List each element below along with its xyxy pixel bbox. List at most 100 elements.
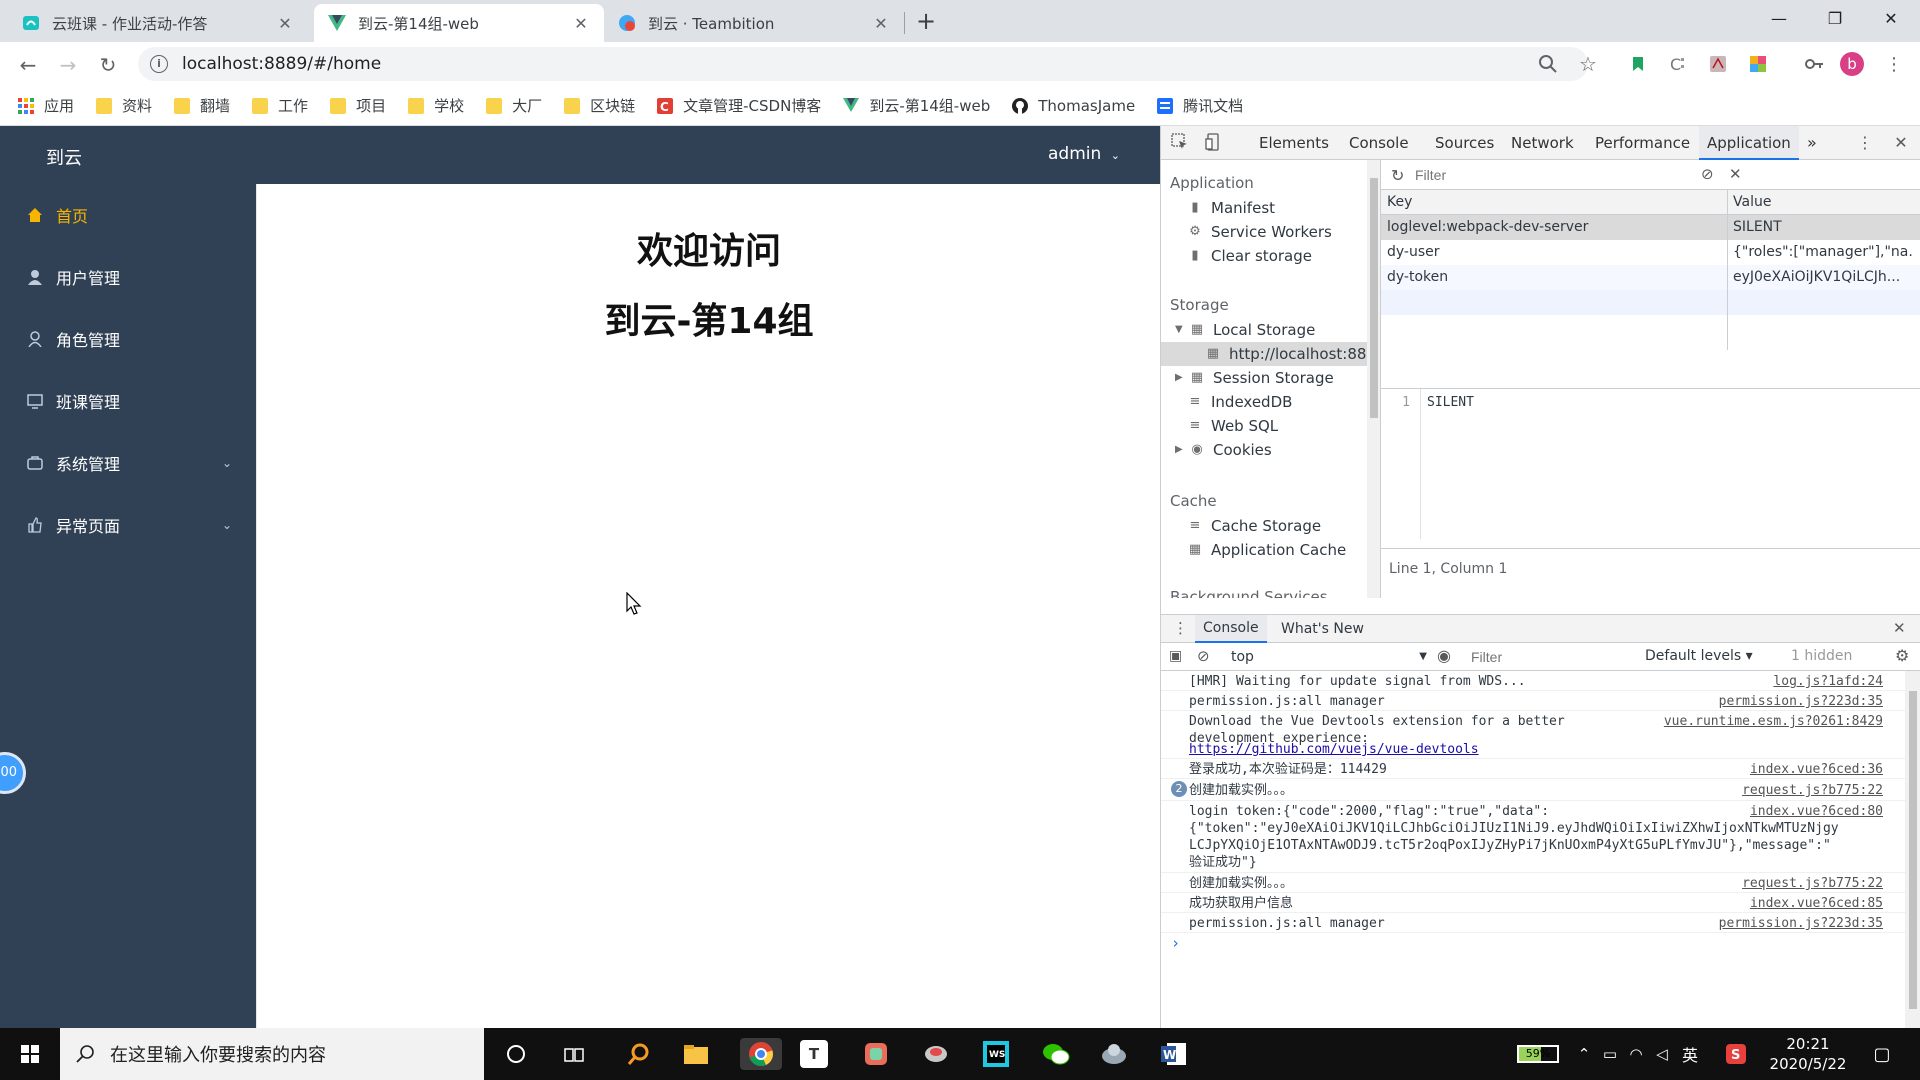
source-link[interactable]: permission.js?223d:35 <box>1719 693 1883 710</box>
ime-indicator[interactable]: 英 <box>1674 1038 1706 1070</box>
table-row[interactable]: loglevel:webpack-dev-server SILENT <box>1381 215 1920 240</box>
close-icon[interactable]: ✕ <box>276 14 294 33</box>
color-app-icon[interactable] <box>860 1038 892 1070</box>
storage-filter-input[interactable] <box>1415 164 1685 186</box>
console-message[interactable]: login token:{"code":2000,"flag":"true","… <box>1161 801 1905 873</box>
file-explorer-icon[interactable] <box>680 1038 712 1070</box>
tree-item-cookies[interactable]: ▶ ◉ Cookies <box>1175 438 1272 462</box>
refresh-icon[interactable]: ↻ <box>1391 166 1404 185</box>
device-toggle-icon[interactable] <box>1205 133 1225 153</box>
close-window-button[interactable]: ✕ <box>1868 4 1914 34</box>
console-message[interactable]: 创建加载实例。。。 request.js?b775:22 <box>1161 873 1905 893</box>
source-link[interactable]: permission.js?223d:35 <box>1719 915 1883 932</box>
source-link[interactable]: log.js?1afd:24 <box>1773 673 1883 690</box>
source-link[interactable]: request.js?b775:22 <box>1742 782 1883 799</box>
delete-selected-icon[interactable]: ✕ <box>1729 165 1742 183</box>
bookmark-folder[interactable]: 区块链 <box>564 95 635 116</box>
tab-application[interactable]: Application <box>1699 126 1799 160</box>
bookmark-tencent-docs[interactable]: 腾讯文档 <box>1157 95 1243 116</box>
user-dropdown[interactable]: admin ⌄ <box>1048 144 1120 164</box>
tree-item-local-storage[interactable]: ▼ ▦ Local Storage <box>1175 318 1315 342</box>
more-tabs-button[interactable]: » <box>1807 126 1817 160</box>
menu-dots-icon[interactable]: ⋮ <box>1855 133 1875 153</box>
inspect-icon[interactable] <box>1171 133 1191 153</box>
info-icon[interactable]: i <box>150 55 168 73</box>
bookmark-daoyun[interactable]: 到云-第14组-web <box>843 95 990 116</box>
extension-green-icon[interactable] <box>1626 52 1650 76</box>
bookmark-folder[interactable]: 资料 <box>96 95 152 116</box>
tab-performance[interactable]: Performance <box>1595 126 1690 160</box>
tree-item-session-storage[interactable]: ▶ ▦ Session Storage <box>1175 366 1334 390</box>
address-bar[interactable]: i localhost:8889/#/home <box>138 47 1588 81</box>
typora-icon[interactable]: T <box>800 1040 828 1068</box>
column-divider[interactable] <box>1727 190 1728 350</box>
close-icon[interactable]: ✕ <box>572 14 590 33</box>
tree-item-localhost-origin[interactable]: ▦ http://localhost:8889 <box>1205 342 1380 366</box>
table-row[interactable]: dy-user {"roles":["manager"],"na... <box>1381 240 1920 265</box>
gear-icon[interactable]: ⚙ <box>1895 646 1909 665</box>
zoom-icon[interactable] <box>1536 52 1560 76</box>
scrollbar-thumb[interactable] <box>1909 691 1917 1009</box>
console-message[interactable]: 成功获取用户信息 index.vue?6ced:85 <box>1161 893 1905 913</box>
clear-console-icon[interactable]: ⊘ <box>1197 647 1210 665</box>
sogou-icon[interactable]: S <box>1720 1038 1752 1070</box>
tree-item-clear-storage[interactable]: ▮ Clear storage <box>1187 244 1312 268</box>
bookmark-folder[interactable]: 大厂 <box>486 95 542 116</box>
word-icon[interactable]: W <box>1158 1038 1190 1070</box>
table-row[interactable]: dy-token eyJ0eXAiOiJKV1QiLCJh... <box>1381 265 1920 290</box>
context-selector[interactable]: top ▼ <box>1225 646 1435 668</box>
battery-indicator[interactable]: 59% <box>1508 1038 1568 1070</box>
floating-timer-badge[interactable]: :00 <box>0 752 26 794</box>
reload-button[interactable]: ↻ <box>94 51 122 79</box>
scrollbar-thumb[interactable] <box>1370 178 1378 418</box>
sidebar-item-roles[interactable]: 角色管理 <box>0 308 256 370</box>
key-icon[interactable] <box>1802 52 1826 76</box>
tree-item-cache-storage[interactable]: ≡ Cache Storage <box>1187 514 1322 538</box>
source-link[interactable]: index.vue?6ced:36 <box>1750 761 1883 778</box>
wechat-icon[interactable] <box>1040 1038 1072 1070</box>
console-message[interactable]: permission.js:all manager permission.js?… <box>1161 691 1905 711</box>
tab-network[interactable]: Network <box>1511 126 1574 160</box>
forward-button[interactable]: → <box>54 51 82 79</box>
sidebar-item-system[interactable]: 系统管理 ⌄ <box>0 432 256 494</box>
sidebar-item-users[interactable]: 用户管理 <box>0 246 256 308</box>
console-message[interactable]: [HMR] Waiting for update signal from WDS… <box>1161 671 1905 691</box>
log-levels-dropdown[interactable]: Default levels ▾ <box>1645 648 1753 664</box>
sidebar-item-classes[interactable]: 班课管理 <box>0 370 256 432</box>
bookmark-folder[interactable]: 学校 <box>408 95 464 116</box>
close-icon[interactable]: ✕ <box>1893 619 1906 637</box>
console-prompt[interactable]: › <box>1161 933 1905 957</box>
tree-item-manifest[interactable]: ▮ Manifest <box>1187 196 1275 220</box>
parrot-app-icon[interactable] <box>920 1038 952 1070</box>
back-button[interactable]: ← <box>14 51 42 79</box>
tab-elements[interactable]: Elements <box>1259 126 1329 160</box>
source-link[interactable]: vue.runtime.esm.js?0261:8429 <box>1664 713 1883 730</box>
scrollbar[interactable] <box>1905 671 1920 1029</box>
menu-dots-icon[interactable]: ⋮ <box>1882 52 1906 76</box>
app-logo[interactable]: 到云 <box>46 144 82 170</box>
eye-icon[interactable]: ◉ <box>1437 646 1451 665</box>
profile-avatar[interactable]: b <box>1840 52 1864 76</box>
close-icon[interactable]: ✕ <box>872 14 890 33</box>
tree-item-websql[interactable]: ≡ Web SQL <box>1187 414 1279 438</box>
windows-start-icon[interactable] <box>14 1038 46 1070</box>
bookmark-github[interactable]: ThomasJame <box>1012 97 1135 115</box>
devtools-link[interactable]: https://github.com/vuejs/vue-devtools <box>1189 741 1479 758</box>
magnifier-app-icon[interactable] <box>622 1038 654 1070</box>
extension-colorful-icon[interactable] <box>1746 52 1770 76</box>
tree-item-indexeddb[interactable]: ≡ IndexedDB <box>1187 390 1293 414</box>
tab-yunbanke[interactable]: 云班课 - 作业活动-作答 ✕ <box>8 4 308 42</box>
taskbar-search[interactable]: 在这里输入你要搜索的内容 <box>60 1028 484 1080</box>
system-clock[interactable]: 20:21 2020/5/22 <box>1768 1034 1848 1074</box>
clear-all-icon[interactable]: ⊘ <box>1701 165 1714 183</box>
task-view-icon[interactable] <box>558 1038 590 1070</box>
restore-button[interactable]: ❐ <box>1812 4 1858 34</box>
source-link[interactable]: index.vue?6ced:80 <box>1750 803 1883 820</box>
notification-icon[interactable]: ▢ <box>1866 1038 1898 1070</box>
console-filter-input[interactable] <box>1471 647 1631 667</box>
menu-dots-icon[interactable]: ⋮ <box>1173 619 1188 637</box>
bookmark-apps[interactable]: 应用 <box>18 95 74 116</box>
source-link[interactable]: index.vue?6ced:85 <box>1750 895 1883 912</box>
tree-item-app-cache[interactable]: ▦ Application Cache <box>1187 538 1346 562</box>
extension-c-icon[interactable]: C <box>1666 52 1690 76</box>
